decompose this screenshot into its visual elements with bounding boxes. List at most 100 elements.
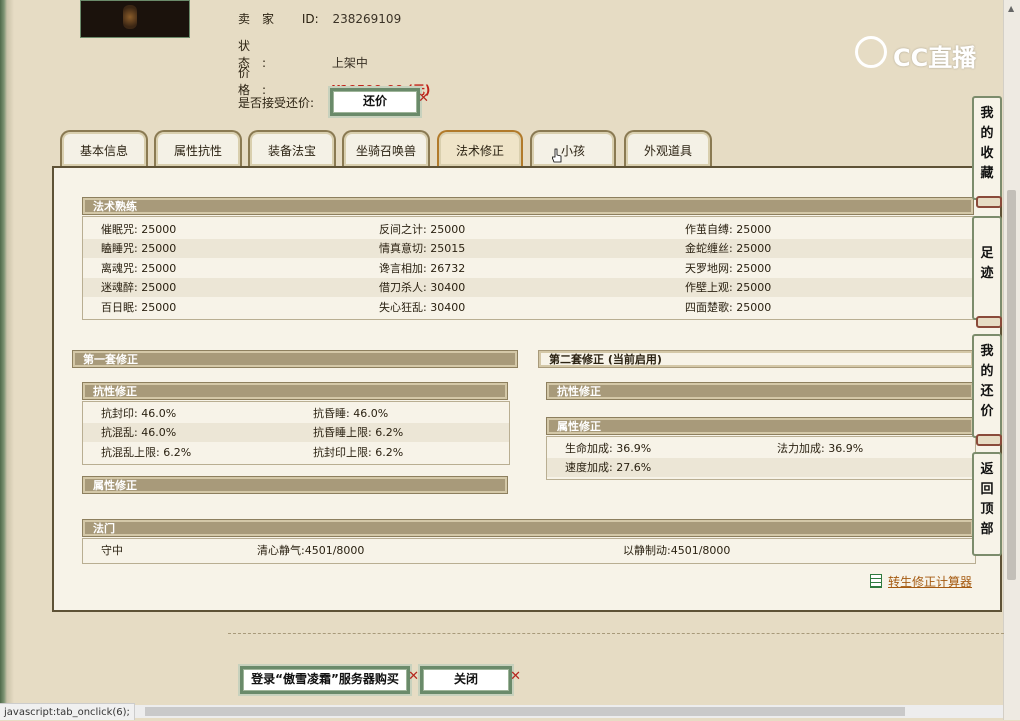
tab-child[interactable]: 小孩 [530,130,616,166]
table-cell: 法力加成: 36.9% [777,442,864,455]
table-row: 迷魂醉: 25000 借刀杀人: 30400 作壁上观: 25000 [83,278,975,297]
table-cell: 生命加成: 36.9% [565,442,652,455]
tab-mount-summon[interactable]: 坐骑召唤兽 [342,130,430,166]
browser-status-bar: javascript:tab_onclick(6); [0,703,135,720]
character-thumbnail [80,0,190,38]
spell-mastery-header: 法术熟练 [82,197,974,215]
sidebar-back-to-top[interactable]: 返回顶部 [972,452,1002,556]
table-row: 生命加成: 36.9% 法力加成: 36.9% [547,439,975,458]
tab-spell-correction[interactable]: 法术修正 [437,130,523,166]
tab-label: 外观道具 [643,144,692,158]
seller-label: 卖家 [238,12,287,26]
set1-header: 第一套修正 [72,350,518,368]
table-cell: 天罗地网: 25000 [685,262,772,275]
calculator-icon [870,574,882,588]
rebirth-calculator-link[interactable]: 转生修正计算器 [870,573,972,590]
tab-label: 属性抗性 [173,144,222,158]
set2-attr-table: 生命加成: 36.9% 法力加成: 36.9% 速度加成: 27.6% [546,436,976,480]
table-cell: 抗昏睡: 46.0% [313,407,389,420]
table-cell: 抗混乱上限: 6.2% [101,446,192,459]
table-cell: 谗言相加: 26732 [379,262,466,275]
table-cell: 借刀杀人: 30400 [379,281,466,294]
table-row: 催眠咒: 25000 反间之计: 25000 作茧自缚: 25000 [83,220,975,239]
table-cell: 守中 [101,544,123,557]
table-row: 瞌睡咒: 25000 情真意切: 25015 金蛇缠丝: 25000 [83,239,975,258]
table-cell: 情真意切: 25015 [379,242,466,255]
connector-knob-icon [976,196,1002,208]
price-label: 价格: [238,66,279,97]
set1-attr-header: 属性修正 [82,476,508,494]
connector-knob-icon [976,434,1002,446]
logo-circle-icon [855,36,887,68]
sidebar-counter-label: 我的还价 [980,344,994,419]
tab-equipment[interactable]: 装备法宝 [248,130,336,166]
sidebar-back-top-label: 返回顶部 [980,462,994,537]
tab-attributes-resist[interactable]: 属性抗性 [154,130,242,166]
counter-offer-button-label: 还价 [362,94,387,108]
table-cell: 失心狂乱: 30400 [379,301,466,314]
logo-text: CC直播 [893,44,977,72]
table-cell: 速度加成: 27.6% [565,461,652,474]
close-button-label: 关闭 [453,672,478,686]
close-mark-icon: ✕ [408,669,419,684]
tab-appearance[interactable]: 外观道具 [624,130,712,166]
set1-resist-table: 抗封印: 46.0% 抗昏睡: 46.0% 抗混乱: 46.0% 抗昏睡上限: … [82,401,510,465]
vertical-scrollbar[interactable]: ▲ [1003,0,1020,720]
table-cell: 离魂咒: 25000 [101,262,177,275]
sidebar-footprints-label: 足迹 [980,246,994,281]
scrollbar-thumb[interactable] [1007,190,1016,580]
table-cell: 作茧自缚: 25000 [685,223,772,236]
table-cell: 迷魂醉: 25000 [101,281,177,294]
table-row: 速度加成: 27.6% [547,458,975,477]
table-cell: 抗封印: 46.0% [101,407,177,420]
horizontal-scrollbar[interactable] [135,705,1003,718]
set2-resist-header: 抗性修正 [546,382,974,400]
counter-offer-label: 是否接受还价: [238,96,315,110]
sidebar-my-counter-offers[interactable]: 我的还价 [972,334,1002,446]
table-cell: 抗封印上限: 6.2% [313,446,404,459]
table-row: 百日眠: 25000 失心狂乱: 30400 四面楚歌: 25000 [83,298,975,317]
table-cell: 抗昏睡上限: 6.2% [313,426,404,439]
calculator-link-text: 转生修正计算器 [888,575,973,589]
scroll-up-icon[interactable]: ▲ [1008,4,1014,13]
close-button[interactable]: 关闭 ✕ [420,666,521,694]
set2-header: 第二套修正 (当前启用) [538,350,974,368]
table-row: 守中 清心静气:4501/8000 以静制动:4501/8000 [83,541,975,560]
table-cell: 瞌睡咒: 25000 [101,242,177,255]
table-cell: 百日眠: 25000 [101,301,177,314]
left-frame-border [0,0,18,720]
sidebar-favorites-label: 我的收藏 [980,106,994,181]
character-figure-icon [123,5,137,29]
sidebar-footprints[interactable]: 足迹 [972,216,1002,328]
seller-id: 238269109 [332,12,402,26]
fa-men-header: 法门 [82,519,974,537]
dashed-divider [228,633,1004,634]
id-label: ID: [301,12,319,26]
login-buy-label: 登录“傲雪凌霜”服务器购买 [251,672,399,686]
tab-label: 小孩 [560,144,585,158]
tab-label: 法术修正 [455,144,504,158]
cc-live-logo: CC直播 [855,34,995,72]
login-buy-button[interactable]: 登录“傲雪凌霜”服务器购买 ✕ [240,666,419,694]
tab-label: 基本信息 [79,144,128,158]
scrollbar-thumb[interactable] [145,707,905,716]
counter-offer-button[interactable]: 还价 ✕ [330,88,429,116]
connector-knob-icon [976,316,1002,328]
table-cell: 四面楚歌: 25000 [685,301,772,314]
table-cell: 清心静气:4501/8000 [257,544,365,557]
table-row: 抗混乱: 46.0% 抗昏睡上限: 6.2% [83,423,509,442]
tab-basic-info[interactable]: 基本信息 [60,130,148,166]
close-mark-icon: ✕ [418,91,429,106]
spell-mastery-table: 催眠咒: 25000 反间之计: 25000 作茧自缚: 25000 瞌睡咒: … [82,216,976,320]
tab-label: 装备法宝 [267,144,316,158]
sidebar-my-favorites[interactable]: 我的收藏 [972,96,1002,208]
tab-label: 坐骑召唤兽 [355,144,416,158]
set2-attr-header: 属性修正 [546,417,974,435]
fa-men-table: 守中 清心静气:4501/8000 以静制动:4501/8000 [82,538,976,564]
seller-row: 卖家 ID: 238269109 [238,10,401,27]
table-cell: 催眠咒: 25000 [101,223,177,236]
table-cell: 抗混乱: 46.0% [101,426,177,439]
table-cell: 金蛇缠丝: 25000 [685,242,772,255]
table-cell: 以静制动:4501/8000 [623,544,731,557]
table-row: 抗混乱上限: 6.2% 抗封印上限: 6.2% [83,443,509,462]
